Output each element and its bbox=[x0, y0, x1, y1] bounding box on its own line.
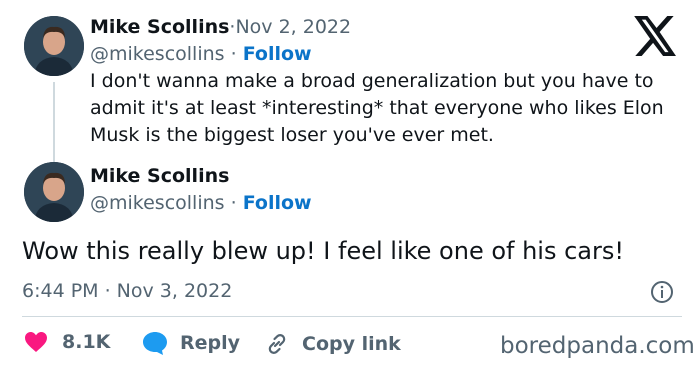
tweet1-handle-row: @mikescollins · Follow bbox=[90, 43, 312, 65]
reply-label: Reply bbox=[180, 332, 241, 354]
reply-bubble-icon bbox=[143, 332, 167, 355]
tweet-date[interactable]: Nov 2, 2022 bbox=[235, 16, 351, 38]
tweet1-header: Mike Scollins · Nov 2, 2022 bbox=[90, 16, 351, 38]
author-handle[interactable]: @mikescollins bbox=[90, 192, 225, 214]
heart-icon bbox=[25, 332, 47, 352]
x-logo-icon[interactable] bbox=[634, 16, 678, 60]
avatar[interactable] bbox=[24, 162, 84, 222]
follow-button[interactable]: Follow bbox=[243, 192, 312, 214]
info-icon[interactable] bbox=[650, 280, 674, 308]
tweet2-handle-row: @mikescollins · Follow bbox=[90, 192, 312, 214]
avatar[interactable] bbox=[24, 16, 84, 76]
tweet2-text: Wow this really blew up! I feel like one… bbox=[22, 237, 625, 265]
like-count: 8.1K bbox=[62, 331, 111, 353]
thread-connector-line bbox=[53, 82, 55, 166]
author-handle[interactable]: @mikescollins bbox=[90, 43, 225, 65]
divider bbox=[22, 316, 682, 317]
author-name[interactable]: Mike Scollins bbox=[90, 165, 229, 187]
link-icon bbox=[268, 334, 286, 354]
follow-button[interactable]: Follow bbox=[243, 43, 312, 65]
watermark: boredpanda.com bbox=[500, 333, 695, 359]
separator: · bbox=[224, 192, 243, 214]
reply-button[interactable]: Reply bbox=[142, 331, 240, 355]
tweet2-header: Mike Scollins bbox=[90, 165, 229, 187]
separator: · bbox=[224, 43, 243, 65]
author-name[interactable]: Mike Scollins bbox=[90, 16, 229, 38]
copy-link-button[interactable]: Copy link bbox=[264, 331, 401, 357]
like-button[interactable]: 8.1K bbox=[24, 331, 110, 353]
tweet1-text: I don't wanna make a broad generalizatio… bbox=[90, 70, 664, 146]
copy-link-label: Copy link bbox=[302, 333, 401, 355]
tweet-timestamp[interactable]: 6:44 PM · Nov 3, 2022 bbox=[22, 280, 232, 302]
